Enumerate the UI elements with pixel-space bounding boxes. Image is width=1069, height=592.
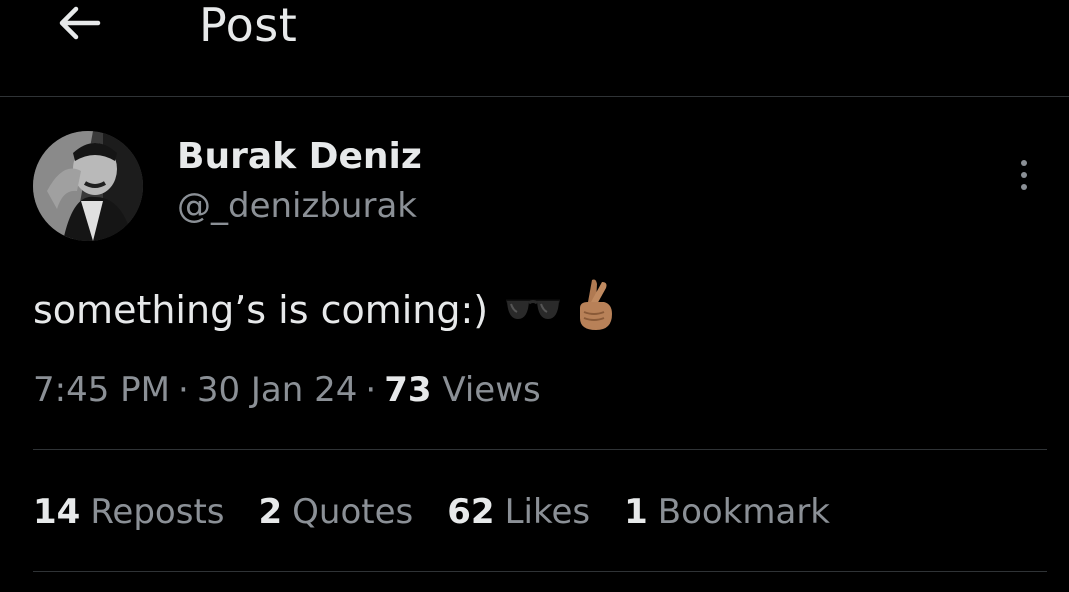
likes-label: Likes — [504, 492, 591, 532]
author-handle[interactable]: @_denizburak — [177, 186, 417, 226]
arrow-left-icon — [59, 6, 101, 40]
author-name[interactable]: Burak Deniz — [177, 136, 422, 177]
post-stats: 14 Reposts 2 Quotes 62 Likes 1 Bookmark — [33, 492, 864, 532]
more-options-button[interactable] — [1006, 152, 1042, 198]
likes-stat[interactable]: 62 Likes — [447, 492, 590, 532]
bookmarks-count: 1 — [624, 492, 648, 532]
post-time: 7:45 PM — [33, 370, 170, 410]
more-icon-dot — [1021, 160, 1027, 166]
more-icon-dot — [1021, 172, 1027, 178]
reposts-count: 14 — [33, 492, 81, 532]
meta-separator: · — [178, 370, 189, 410]
quotes-stat[interactable]: 2 Quotes — [259, 492, 414, 532]
post-body: something’s is coming:) — [33, 276, 616, 343]
back-button[interactable] — [50, 0, 106, 46]
sunglasses-emoji — [504, 288, 562, 332]
views-label: Views — [442, 370, 541, 410]
likes-count: 62 — [447, 492, 495, 532]
reposts-label: Reposts — [90, 492, 225, 532]
page-title: Post — [199, 0, 298, 52]
top-bar: Post — [0, 0, 1069, 97]
crossed-fingers-emoji — [574, 276, 616, 343]
meta-separator: · — [365, 370, 377, 410]
profile-photo — [33, 131, 143, 241]
divider — [33, 571, 1047, 572]
views-count: 73 — [384, 370, 432, 410]
quotes-label: Quotes — [292, 492, 414, 532]
more-icon-dot — [1021, 184, 1027, 190]
quotes-count: 2 — [258, 492, 283, 532]
bookmarks-label: Bookmark — [657, 492, 830, 532]
post-date: 30 Jan 24 — [196, 370, 358, 410]
bookmarks-stat[interactable]: 1 Bookmark — [624, 492, 830, 532]
avatar[interactable] — [33, 131, 143, 241]
divider — [33, 449, 1047, 450]
reposts-stat[interactable]: 14 Reposts — [33, 492, 225, 532]
post-text: something’s is coming:) — [33, 287, 489, 332]
post-meta: 7:45 PM · 30 Jan 24 · 73 Views — [33, 370, 541, 410]
